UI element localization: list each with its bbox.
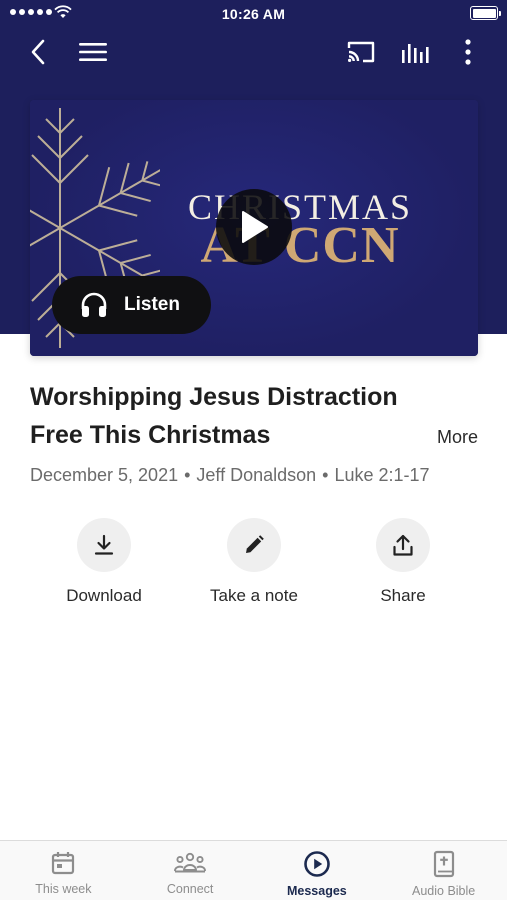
download-icon	[94, 534, 114, 555]
tab-label: Connect	[166, 882, 214, 896]
headphones-icon	[80, 292, 108, 318]
battery-icon	[470, 6, 501, 20]
share-button[interactable]: Share	[338, 518, 468, 606]
people-icon	[174, 852, 207, 873]
more-vertical-icon	[465, 39, 471, 65]
cast-icon	[347, 41, 375, 63]
audio-button[interactable]	[398, 30, 432, 74]
message-date: December 5, 2021	[30, 465, 179, 485]
listen-button[interactable]: Listen	[52, 276, 211, 334]
take-a-note-label: Take a note	[210, 586, 298, 605]
play-icon	[242, 211, 268, 243]
tab-connect[interactable]: Connect	[127, 841, 254, 900]
top-navigation-bar	[0, 30, 507, 74]
message-scripture[interactable]: Luke 2:1-17	[334, 465, 429, 485]
tab-messages[interactable]: Messages	[254, 841, 381, 900]
menu-button[interactable]	[76, 30, 110, 74]
download-button[interactable]: Download	[39, 518, 169, 606]
listen-label: Listen	[124, 294, 180, 315]
calendar-icon	[52, 852, 75, 875]
take-a-note-button[interactable]: Take a note	[189, 518, 319, 606]
download-label: Download	[66, 586, 142, 605]
back-button[interactable]	[22, 30, 54, 74]
tab-label: Audio Bible	[412, 884, 476, 898]
message-meta: December 5, 2021 • Jeff Donaldson • Luke 2:1…	[30, 465, 430, 486]
message-artwork: CHRISTMAS AT CCN Listen	[30, 100, 478, 356]
tab-label: This week	[35, 882, 92, 896]
tab-label: Messages	[286, 884, 347, 898]
status-time: 10:26 AM	[221, 6, 286, 22]
hamburger-menu-icon	[79, 43, 107, 61]
meta-separator: •	[184, 465, 191, 485]
message-actions: Download Take a note Share	[0, 518, 507, 618]
bible-icon	[433, 850, 454, 878]
pencil-icon	[246, 535, 264, 553]
play-circle-icon	[304, 851, 330, 877]
share-icon	[393, 534, 413, 556]
more-button[interactable]: More	[437, 427, 478, 448]
audio-levels-icon	[402, 44, 429, 63]
message-speaker[interactable]: Jeff Donaldson	[196, 465, 316, 485]
share-label: Share	[380, 586, 426, 605]
play-button[interactable]	[216, 189, 292, 265]
status-bar: 10:26 AM	[0, 0, 507, 28]
chevron-left-icon	[31, 39, 45, 65]
bottom-tab-bar: This week Connect Messages Audio Bible	[0, 840, 507, 900]
message-title: Worshipping Jesus Distraction Free This …	[30, 383, 398, 449]
more-options-button[interactable]	[456, 30, 480, 74]
cast-button[interactable]	[344, 30, 378, 74]
meta-separator: •	[322, 465, 329, 485]
tab-this-week[interactable]: This week	[0, 841, 127, 900]
tab-audio-bible[interactable]: Audio Bible	[380, 841, 507, 900]
